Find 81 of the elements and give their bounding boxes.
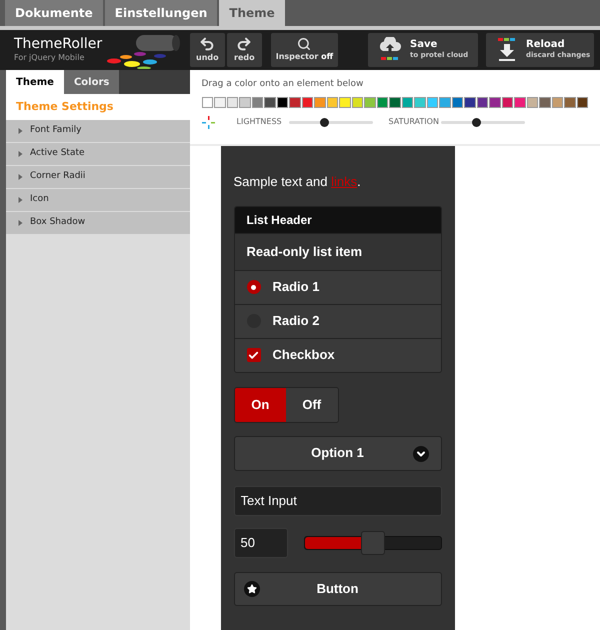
palette-hint: Drag a color onto an element below	[202, 78, 364, 91]
settings-item[interactable]: Active State	[6, 143, 190, 166]
color-swatch[interactable]	[414, 96, 426, 108]
color-swatch[interactable]	[489, 96, 500, 108]
color-swatch[interactable]	[502, 96, 513, 108]
color-swatch[interactable]	[289, 96, 300, 108]
radio-button[interactable]	[246, 280, 260, 294]
chevron-down-icon	[412, 446, 428, 462]
slider-track[interactable]	[288, 120, 372, 124]
list-header: List Header	[234, 206, 440, 232]
slider-label: LIGHTNESS	[236, 116, 283, 128]
logo-title: ThemeRoller	[14, 36, 102, 52]
text-input-field[interactable]: Text Input	[234, 486, 442, 516]
settings-item[interactable]: Corner Radii	[6, 166, 190, 189]
color-swatch[interactable]	[539, 96, 550, 108]
top-tab[interactable]: Theme	[219, 0, 285, 26]
list-item[interactable]: Checkbox	[234, 338, 440, 372]
slider-thumb[interactable]	[472, 118, 481, 126]
inspector-button[interactable]: Inspector off	[270, 33, 338, 67]
sample-text: Sample text and links.	[234, 173, 362, 191]
color-swatch[interactable]	[376, 96, 388, 108]
color-swatch[interactable]	[239, 96, 250, 108]
color-swatch[interactable]	[526, 96, 538, 108]
range-slider[interactable]	[304, 530, 442, 556]
top-tab[interactable]: Dokumente	[5, 0, 103, 26]
color-swatch[interactable]	[476, 96, 488, 108]
search-icon	[297, 37, 312, 51]
range-slider-thumb[interactable]	[360, 530, 384, 554]
color-swatch[interactable]	[564, 96, 576, 108]
list-item[interactable]: Radio 2	[234, 304, 440, 338]
color-swatch[interactable]	[576, 96, 588, 108]
top-tab[interactable]: Einstellungen	[104, 0, 218, 26]
cloud-upload-icon	[378, 37, 402, 63]
color-swatch[interactable]	[264, 96, 276, 108]
color-swatch[interactable]	[202, 96, 213, 108]
list-item[interactable]: Radio 1	[234, 270, 440, 304]
select-menu[interactable]: Option 1	[234, 436, 442, 470]
expand-triangle-icon	[18, 220, 23, 226]
color-swatch[interactable]	[439, 96, 450, 108]
redo-button[interactable]: redo	[226, 33, 262, 67]
color-swatch[interactable]	[252, 96, 263, 108]
crosshair-icon	[202, 116, 214, 128]
settings-item[interactable]: Box Shadow	[6, 212, 190, 235]
number-input-field[interactable]: 50	[234, 528, 288, 558]
color-swatch[interactable]	[552, 96, 563, 108]
color-swatch[interactable]	[326, 96, 338, 108]
sidebar-tab[interactable]: Theme	[6, 70, 64, 94]
color-swatch[interactable]	[514, 96, 526, 108]
expand-triangle-icon	[18, 128, 23, 134]
color-swatch[interactable]	[302, 96, 313, 108]
logo-subtitle: For jQuery Mobile	[14, 52, 86, 64]
color-swatch[interactable]	[364, 96, 376, 108]
color-swatch[interactable]	[314, 96, 326, 108]
star-button[interactable]: Button	[234, 572, 442, 606]
undo-button[interactable]: undo	[190, 33, 225, 67]
settings-item[interactable]: Font Family	[6, 120, 190, 143]
checkbox[interactable]	[246, 348, 260, 362]
toggle-option[interactable]: Off	[286, 388, 338, 422]
slider-thumb[interactable]	[320, 118, 329, 126]
settings-item[interactable]: Icon	[6, 189, 190, 212]
expand-triangle-icon	[18, 197, 23, 203]
color-swatch[interactable]	[464, 96, 476, 108]
toggle-option[interactable]: On	[234, 388, 286, 422]
color-swatch[interactable]	[352, 96, 363, 108]
section-heading: Theme Settings	[16, 98, 114, 115]
redo-icon	[236, 36, 252, 52]
color-swatch[interactable]	[226, 96, 238, 108]
color-swatch[interactable]	[452, 96, 463, 108]
color-swatch[interactable]	[214, 96, 226, 108]
sidebar-tab[interactable]: Colors	[64, 70, 120, 94]
color-swatch[interactable]	[276, 96, 288, 108]
color-swatch[interactable]	[389, 96, 400, 108]
color-swatch[interactable]	[402, 96, 413, 108]
download-arrow-icon	[496, 37, 518, 63]
color-swatch[interactable]	[339, 96, 350, 108]
slider-label: SATURATION	[388, 116, 440, 128]
color-swatch[interactable]	[426, 96, 438, 108]
expand-triangle-icon	[18, 174, 23, 180]
expand-triangle-icon	[18, 151, 23, 157]
undo-icon	[199, 36, 216, 52]
slider-track[interactable]	[440, 120, 524, 124]
